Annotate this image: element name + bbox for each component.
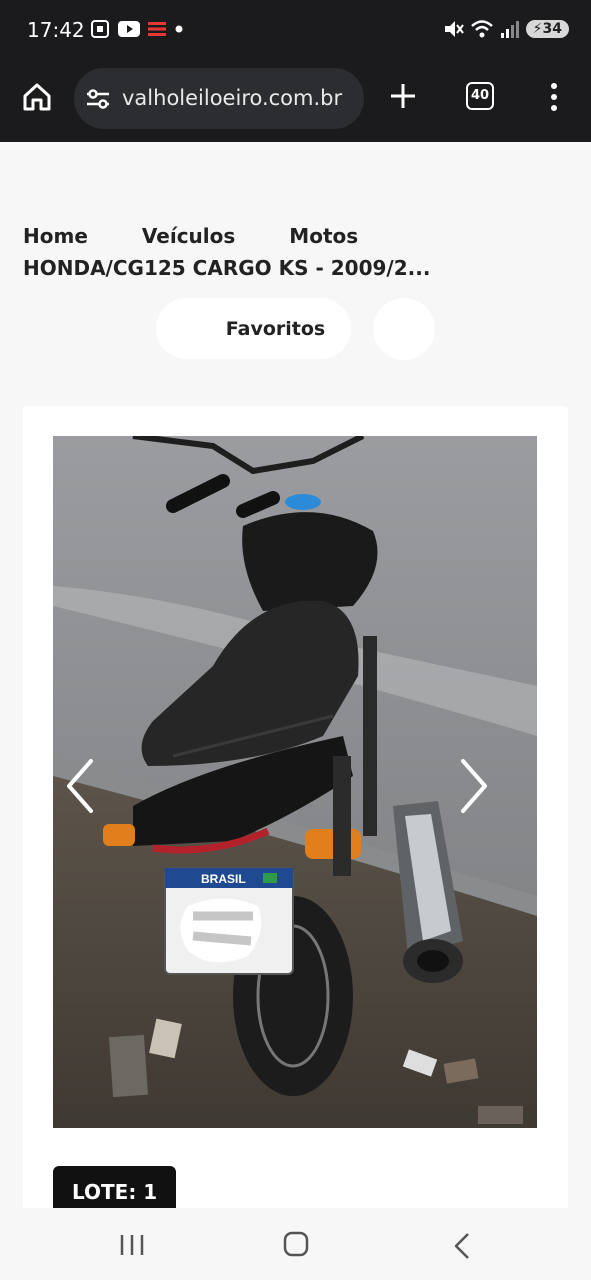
tab-switcher-button[interactable]: 40 <box>466 82 494 110</box>
signal-icon <box>500 21 519 38</box>
mute-icon <box>444 21 464 37</box>
status-right-icons: ⚡34 <box>442 18 569 40</box>
plate-label: BRASIL <box>201 872 246 886</box>
url-text: valholeiloeiro.com.br <box>122 86 343 110</box>
breadcrumb-product: HONDA/CG125 CARGO KS - 2009/2... <box>23 256 431 280</box>
battery-level: 34 <box>542 21 562 37</box>
system-home-icon[interactable] <box>283 1230 309 1258</box>
recents-icon[interactable] <box>118 1233 146 1257</box>
status-left-icons <box>90 19 184 39</box>
share-button[interactable] <box>373 298 435 360</box>
dot-icon <box>175 25 183 33</box>
site-settings-icon[interactable] <box>85 87 111 111</box>
breadcrumb-veiculos[interactable]: Veículos <box>142 224 235 248</box>
listing-photo[interactable]: BRASIL <box>53 436 537 1128</box>
home-icon[interactable] <box>22 82 52 112</box>
wifi-icon <box>470 20 493 38</box>
next-image-arrow-icon[interactable] <box>453 756 493 816</box>
favorites-button[interactable]: Favoritos <box>156 298 351 359</box>
back-icon[interactable] <box>452 1232 472 1260</box>
page-content: Home Veículos Motos HONDA/CG125 CARGO KS… <box>0 142 591 1226</box>
prev-image-arrow-icon[interactable] <box>61 756 101 816</box>
system-nav-bar <box>0 1208 591 1280</box>
more-menu-icon[interactable] <box>549 82 559 112</box>
new-tab-icon[interactable] <box>389 82 417 110</box>
address-bar[interactable]: valholeiloeiro.com.br <box>74 68 364 129</box>
favorites-label: Favoritos <box>225 317 326 340</box>
breadcrumb: Home Veículos Motos HONDA/CG125 CARGO KS… <box>23 224 430 280</box>
youtube-icon <box>118 21 140 37</box>
screenshot-icon <box>91 20 109 38</box>
listing-card: BRASIL LOTE: 1 <box>23 406 568 1226</box>
breadcrumb-home[interactable]: Home <box>23 224 88 248</box>
app-icon <box>148 22 166 36</box>
browser-toolbar: valholeiloeiro.com.br 40 <box>0 62 591 142</box>
battery-icon: ⚡34 <box>525 20 569 38</box>
status-bar: 17:42 ⚡34 <box>0 0 591 62</box>
breadcrumb-motos[interactable]: Motos <box>289 224 358 248</box>
status-time: 17:42 <box>27 18 85 42</box>
